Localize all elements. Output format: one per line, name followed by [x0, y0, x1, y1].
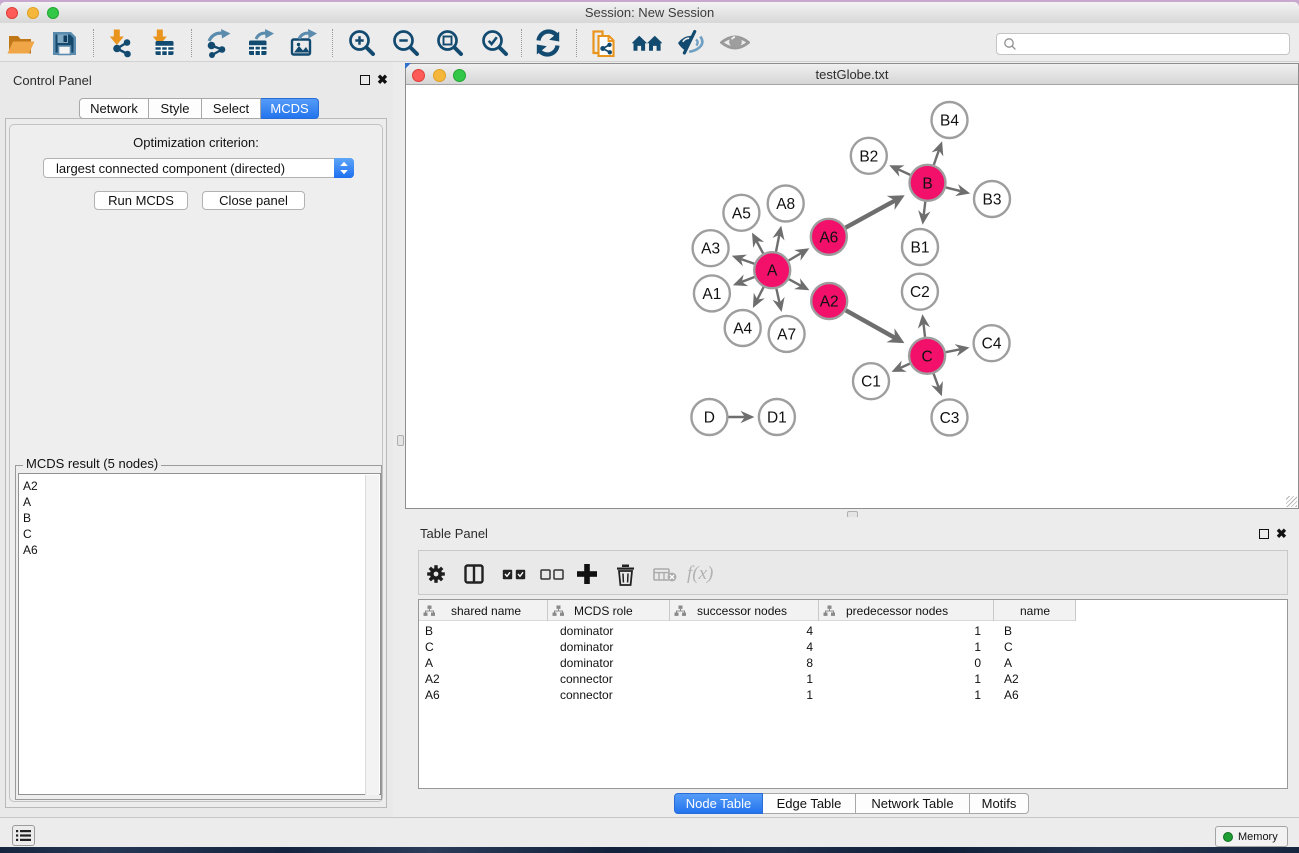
- svg-text:D: D: [704, 410, 715, 427]
- svg-text:B3: B3: [983, 192, 1002, 209]
- svg-text:A1: A1: [702, 286, 721, 303]
- svg-text:A4: A4: [733, 321, 752, 338]
- svg-text:B: B: [922, 175, 932, 192]
- svg-text:C4: C4: [982, 336, 1002, 353]
- svg-text:A5: A5: [732, 205, 751, 222]
- svg-text:A8: A8: [776, 196, 795, 213]
- svg-text:A7: A7: [777, 326, 796, 343]
- svg-text:B1: B1: [911, 240, 930, 257]
- svg-text:A: A: [767, 263, 778, 280]
- svg-text:C2: C2: [910, 284, 930, 301]
- svg-text:A6: A6: [819, 229, 838, 246]
- svg-text:B4: B4: [940, 113, 959, 130]
- svg-text:A2: A2: [820, 294, 839, 311]
- svg-text:D1: D1: [767, 410, 787, 427]
- svg-text:A3: A3: [701, 241, 720, 258]
- svg-text:B2: B2: [859, 148, 878, 165]
- svg-text:C3: C3: [940, 410, 960, 427]
- svg-text:C1: C1: [861, 374, 881, 391]
- svg-text:C: C: [921, 348, 932, 365]
